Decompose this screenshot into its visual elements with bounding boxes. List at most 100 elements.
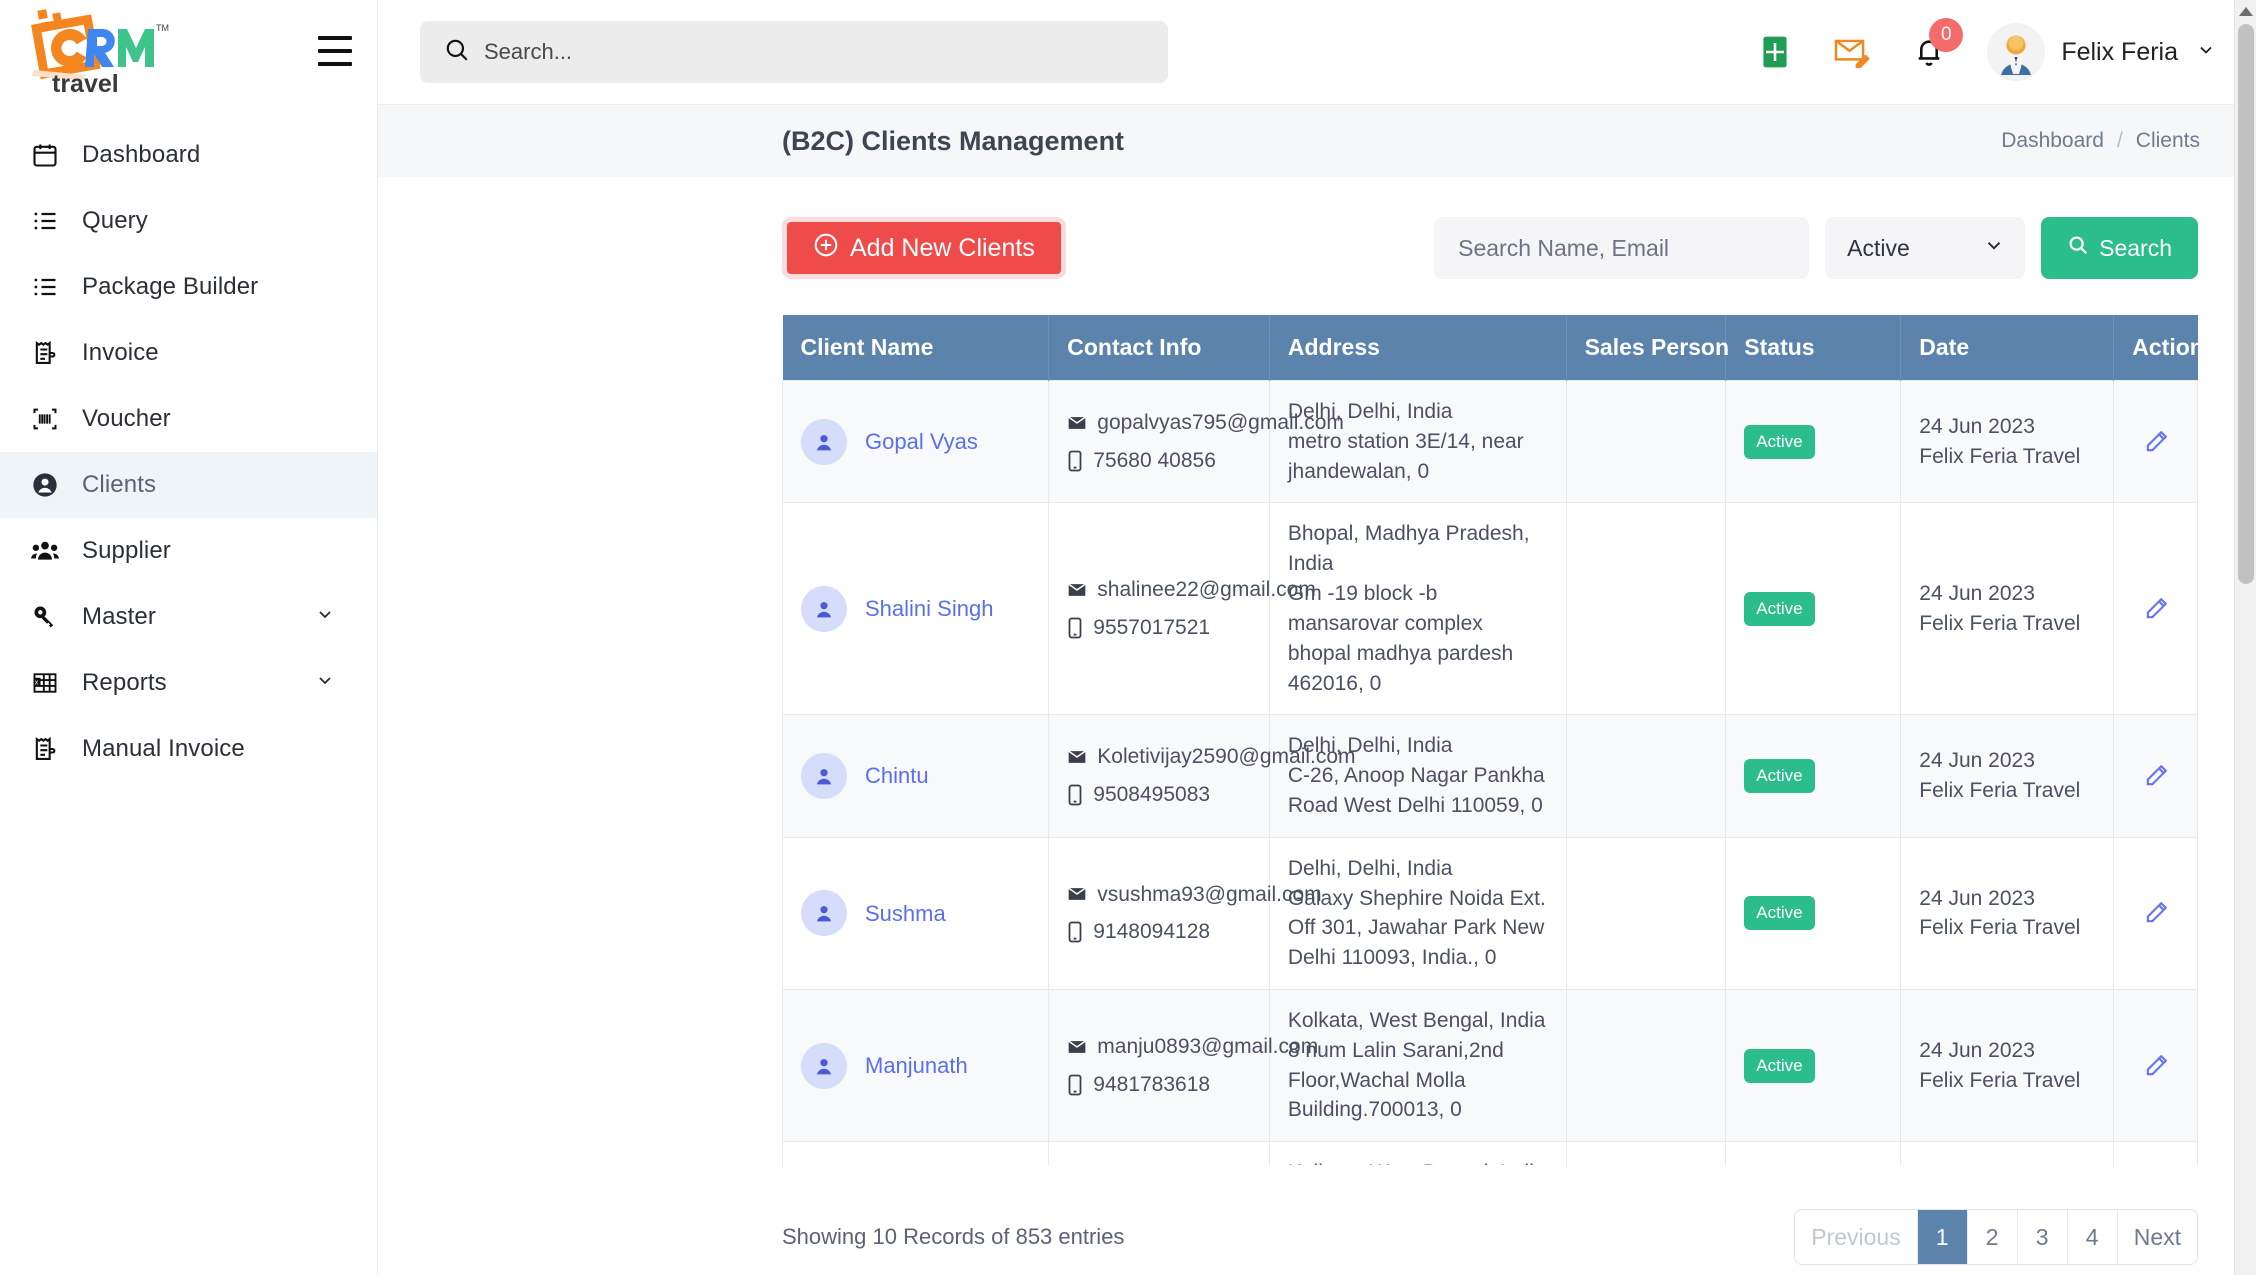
client-avatar-icon [801,1042,847,1089]
mail-icon [1067,747,1087,767]
table-row: Shalini Singh shalinee22@gmail.com 9557017… [781,502,2198,716]
sidebar-item-label: Manual Invoice [82,735,245,762]
client-name-link[interactable]: Sushma [865,898,946,929]
filter-controls: Active Search [1434,217,2198,279]
client-name-link[interactable]: Chintu [865,760,929,791]
crm-travel-logo-icon: TM travel [31,9,169,95]
cell-action [2113,836,2198,991]
scroll-up-arrow-icon[interactable] [2238,7,2253,16]
edit-pencil-icon[interactable] [2132,428,2179,456]
invoice-icon [28,336,62,370]
client-phone: 9508495083 [1093,783,1211,807]
edit-pencil-icon[interactable] [2132,762,2179,790]
chevron-down-icon [315,671,335,696]
address-line: Delhi, Delhi, India [1287,734,1453,758]
client-name-link[interactable]: Manjunath [865,1050,968,1081]
address-line: Delhi, Delhi, India [1287,856,1453,880]
sidebar-nav: Dashboard Query Package Builder Invoice … [0,104,377,782]
list-icon [28,270,62,304]
sidebar-item-clients[interactable]: Clients [0,452,377,518]
avatar [1987,23,2046,81]
table-row: Sushma vsushma93@gmail.com 9148094128 Delhi… [781,836,2198,991]
cell-client-name: Gopal Vyas [781,379,1050,504]
excel-export-icon[interactable] [1759,34,1791,70]
vertical-scrollbar[interactable] [2234,0,2256,1275]
status-badge: Active [1744,591,1815,626]
client-name-link[interactable]: Shalini Singh [865,593,993,624]
sidebar-item-invoice[interactable]: Invoice [0,320,377,386]
cell-status: Active [1725,502,1902,716]
sidebar-item-voucher[interactable]: Voucher [0,386,377,452]
pagination-page-3[interactable]: 3 [2017,1210,2068,1264]
cell-client-name: Shalini Singh [781,502,1050,716]
svg-text:TM: TM [156,23,169,33]
status-filter-select[interactable]: Active [1825,217,2026,279]
cell-status: Active [1725,1141,1902,1165]
pagination-page-4[interactable]: 4 [2067,1210,2118,1264]
col-contact-info[interactable]: Contact Info [1048,315,1270,381]
main-region: 0 Felix Feria [318,0,2256,1275]
client-name-link[interactable]: Gopal Vyas [865,426,978,457]
address-line: Gm -19 block -b mansarovar complex bhopa… [1287,582,1514,695]
sidebar-item-manual-invoice[interactable]: Manual Invoice [0,716,377,782]
global-search-input[interactable] [484,39,1084,65]
cell-contact-info: vsushma93@gmail.com 9148094128 [1048,836,1322,991]
status-badge: Active [1744,758,1815,794]
pagination-page-2[interactable]: 2 [1967,1210,2018,1264]
sidebar-item-reports[interactable]: x Reports [0,650,377,716]
col-action[interactable]: Action [2113,315,2204,381]
cell-client-name: Chintu [781,714,1050,838]
sidebar-item-label: Clients [82,471,157,498]
menu-toggle-icon[interactable] [318,36,352,66]
pagination-next[interactable]: Next [2117,1210,2197,1264]
user-menu[interactable]: Felix Feria [1987,23,2216,81]
search-icon [2067,234,2089,262]
sidebar-item-package-builder[interactable]: Package Builder [0,254,377,320]
sidebar-item-master[interactable]: Master [0,584,377,650]
add-new-clients-button[interactable]: Add New Clients [782,217,1066,279]
phone-icon [1067,617,1083,639]
address-line: metro station 3E/14, near jhandewalan, 0 [1287,429,1524,483]
pagination-previous[interactable]: Previous [1795,1210,1918,1264]
record-date: 24 Jun 2023 [1919,414,2035,438]
col-status[interactable]: Status [1725,315,1902,381]
cell-action [2113,379,2198,504]
cell-address: Kolkata, West Bengal, India?Behala Comme… [1268,1141,1567,1165]
edit-pencil-icon[interactable] [2132,595,2179,623]
edit-pencil-icon[interactable] [2132,1052,2179,1080]
pagination-page-1[interactable]: 1 [1917,1210,1968,1264]
sidebar-item-query[interactable]: Query [0,188,377,254]
col-client-name[interactable]: Client Name [782,315,1050,381]
search-name-email-input[interactable] [1434,217,1810,279]
record-company: Felix Feria Travel [1919,1068,2081,1092]
sidebar-item-supplier[interactable]: Supplier [0,518,377,584]
cell-address: Kolkata, West Bengal, India 8 num Lalin S… [1268,988,1567,1143]
cell-status: Active [1725,988,1902,1143]
notification-count-badge: 0 [1929,18,1964,52]
cell-sales-person [1565,714,1727,838]
invoice-icon [28,732,62,766]
sidebar-item-dashboard[interactable]: Dashboard [0,122,377,188]
sidebar-item-label: Package Builder [82,273,259,300]
col-sales-person[interactable]: Sales Person [1566,315,1729,381]
mail-compose-icon[interactable] [1833,36,1871,68]
cell-contact-info: gopalvyas795@gmail.com 75680 40856 [1048,379,1344,504]
breadcrumb: Dashboard / Clients [2001,129,2200,153]
breadcrumb-dashboard[interactable]: Dashboard [2001,129,2104,153]
scrollbar-thumb[interactable] [2238,24,2254,584]
top-bar-actions: 0 Felix Feria [1759,18,2216,81]
chevron-down-icon [2196,40,2216,65]
sidebar-item-label: Master [82,603,156,630]
cell-contact-info: garg.kirti07@gmail.com7697640760 [1048,1141,1270,1165]
add-new-clients-label: Add New Clients [850,233,1035,262]
search-button[interactable]: Search [2041,217,2198,279]
col-date[interactable]: Date [1900,315,2115,381]
breadcrumb-separator: / [2116,129,2123,152]
record-date: 24 Jun 2023 [1919,886,2035,910]
col-address[interactable]: Address [1269,315,1567,381]
global-search-box[interactable] [420,21,1168,83]
sidebar-item-label: Invoice [82,339,159,366]
notifications-bell-icon[interactable]: 0 [1913,18,1964,70]
status-filter-wrap: Active [1825,217,2026,279]
edit-pencil-icon[interactable] [2132,899,2179,927]
